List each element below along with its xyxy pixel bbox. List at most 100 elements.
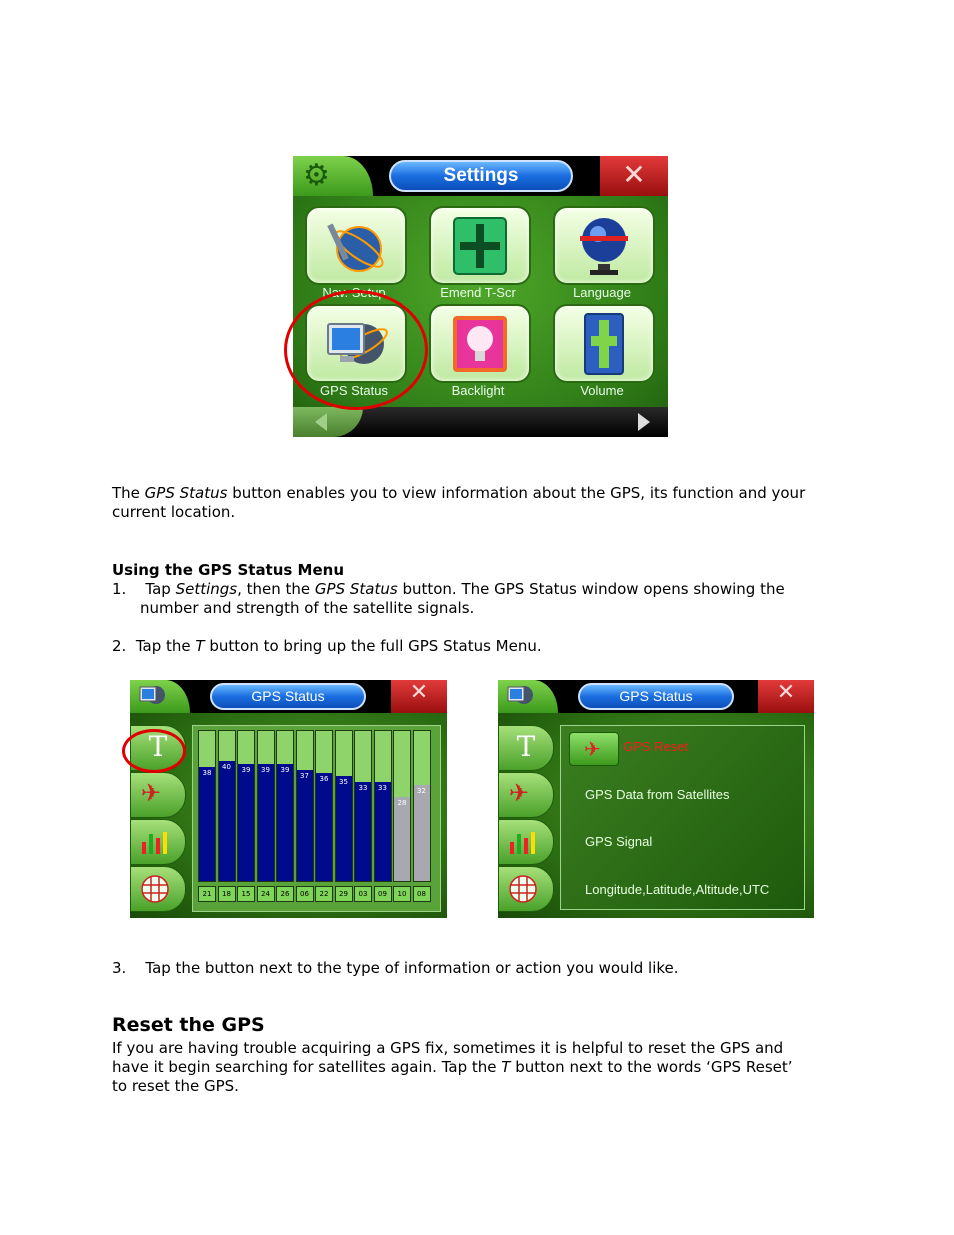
satellite-icon: ✈ — [509, 779, 530, 807]
reset-text: button next to the words ‘GPS Reset’ — [510, 1058, 793, 1076]
grid-globe-icon — [509, 875, 537, 903]
signal-bar: 37 — [295, 730, 314, 882]
settings-title: Settings — [389, 160, 573, 192]
reset-heading: Reset the GPS — [112, 1014, 265, 1036]
signal-bar-fill — [257, 764, 274, 881]
intro-emphasis: GPS Status — [144, 484, 228, 502]
prev-page-area[interactable] — [293, 407, 363, 437]
nav-setup-icon — [327, 223, 384, 272]
settings-home-tab[interactable]: ⚙ — [293, 156, 373, 196]
highlight-circle — [122, 729, 186, 773]
signal-bar-fill — [199, 767, 215, 881]
signal-value-label: 37 — [300, 772, 309, 780]
signal-button[interactable] — [130, 819, 186, 865]
gear-icon: ⚙ — [303, 158, 330, 193]
reset-line: If you are having trouble acquiring a GP… — [112, 1039, 784, 1057]
signal-value-label: 40 — [222, 763, 231, 771]
step-number: 2. — [112, 637, 127, 655]
gps-home-tab[interactable] — [130, 680, 190, 713]
satellite-id-label: 15 — [237, 886, 255, 902]
signal-bar-fill — [335, 776, 352, 881]
tile-label: Emend T-Scr — [440, 285, 516, 300]
gps-signal-item[interactable]: GPS Signal — [585, 834, 652, 849]
close-button[interactable]: ✕ — [600, 156, 668, 196]
satellite-id-label: 21 — [198, 886, 216, 902]
reset-text: have it begin searching for satellites a… — [112, 1058, 502, 1076]
signal-value-label: 38 — [202, 769, 212, 777]
globe-icon — [580, 217, 628, 275]
grid-globe-icon — [141, 875, 169, 903]
step-emphasis: Settings — [175, 580, 238, 598]
tile-label: Language — [573, 285, 631, 300]
satellite-button[interactable]: ✈ — [130, 772, 186, 818]
step-2: 2. Tap the T button to bring up the full… — [112, 637, 542, 656]
satellite-id-label: 09 — [373, 886, 392, 902]
step-3: 3. Tap the button next to the type of in… — [112, 959, 679, 978]
intro-text: button enables you to view information a… — [227, 484, 806, 502]
signal-bar: 32 — [412, 730, 431, 882]
step-1: 1. Tap Settings, then the GPS Status but… — [112, 580, 785, 599]
reset-line: to reset the GPS. — [112, 1077, 239, 1095]
signal-bar: 36 — [315, 730, 333, 882]
step-1-continued: number and strength of the satellite sig… — [140, 599, 475, 617]
gps-status-screenshot: GPS Status ✕ T ✈ 38 21 40 18 39 15 39 24 39 26 37 0… — [130, 680, 447, 918]
gps-status-menu: ✈ GPS Reset GPS Data from Satellites GPS… — [560, 725, 805, 910]
gps-reset-button[interactable]: ✈ — [569, 732, 619, 766]
highlight-circle — [284, 290, 428, 410]
signal-bars-icon — [142, 832, 167, 854]
t-button[interactable]: T — [498, 725, 554, 771]
location-button[interactable] — [498, 866, 554, 912]
signal-bar-fill — [296, 770, 313, 881]
signal-bar-fill — [277, 764, 293, 881]
gps-data-from-satellites-item[interactable]: GPS Data from Satellites — [585, 787, 730, 802]
signal-bar: 35 — [334, 730, 353, 882]
signal-value-label: 33 — [358, 784, 368, 792]
t-label: T — [516, 730, 536, 763]
gps-home-tab[interactable] — [498, 680, 558, 713]
location-data-item[interactable]: Longitude,Latitude,Altitude,UTC — [585, 882, 769, 897]
signal-value-label: 32 — [417, 787, 426, 795]
close-button[interactable]: ✕ — [758, 680, 814, 713]
signal-value-label: 33 — [378, 784, 387, 792]
arrow-right-icon[interactable] — [638, 413, 650, 431]
signal-value-label: 36 — [319, 775, 329, 783]
gps-reset-label[interactable]: GPS Reset — [623, 739, 688, 754]
gps-menu-screenshot: GPS Status ✕ T ✈ ✈ GPS Reset GPS Data fr… — [498, 680, 814, 918]
signal-bar: 39 — [276, 730, 294, 882]
satellite-id-label: 26 — [276, 886, 294, 902]
step-text: Tap the button next to the type of infor… — [145, 959, 679, 977]
step-emphasis: T — [195, 637, 205, 655]
satellite-button[interactable]: ✈ — [498, 772, 554, 818]
gps-title: GPS Status — [210, 683, 366, 710]
emend-t-scr-button[interactable] — [429, 206, 531, 285]
backlight-button[interactable] — [429, 304, 531, 383]
language-button[interactable] — [553, 206, 655, 285]
satellite-id-label: 08 — [412, 886, 431, 902]
signal-bar: 33 — [373, 730, 392, 882]
signal-bar: 39 — [256, 730, 275, 882]
close-icon: ✕ — [409, 680, 429, 705]
location-button[interactable] — [130, 866, 186, 912]
tile-label: Backlight — [451, 383, 505, 398]
close-icon: ✕ — [776, 680, 796, 705]
satellite-id-label: 24 — [256, 886, 275, 902]
volume-button[interactable] — [553, 304, 655, 383]
signal-value-label: 28 — [397, 799, 407, 807]
intro-text: The — [112, 484, 145, 502]
satellite-id-label: 03 — [354, 886, 372, 902]
step-text: button to bring up the full GPS Status M… — [204, 637, 542, 655]
signal-value-label: 35 — [339, 778, 348, 786]
signal-button[interactable] — [498, 819, 554, 865]
gps-top-bar: GPS Status ✕ — [130, 680, 447, 713]
step-text: , then the — [237, 580, 315, 598]
nav-setup-button[interactable] — [305, 206, 407, 285]
lightbulb-icon — [453, 315, 507, 372]
reset-paragraph: If you are having trouble acquiring a GP… — [112, 1039, 848, 1096]
gps-top-bar: GPS Status ✕ — [498, 680, 814, 713]
signal-bar-fill — [316, 773, 332, 881]
speaker-icon — [584, 312, 624, 375]
monitor-icon — [507, 686, 533, 704]
step-number: 3. — [112, 959, 127, 977]
signal-bar: 40 — [217, 730, 236, 882]
close-button[interactable]: ✕ — [391, 680, 447, 713]
